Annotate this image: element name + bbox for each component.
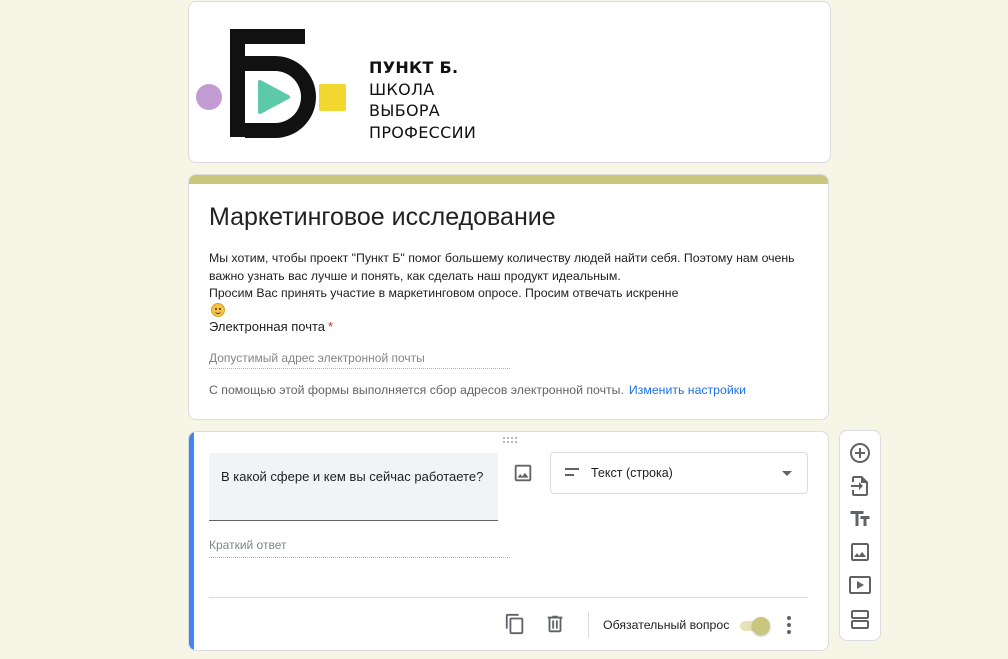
add-image-icon[interactable] (848, 540, 872, 564)
add-question-icon[interactable] (848, 441, 872, 465)
footer-separator (588, 612, 589, 638)
smiling-face-icon (211, 302, 225, 317)
required-asterisk: * (328, 319, 334, 334)
theme-accent-bar (189, 175, 828, 184)
question-type-label: Текст (строка) (591, 466, 673, 480)
short-text-icon (565, 468, 581, 478)
duplicate-icon[interactable] (504, 613, 526, 635)
question-card[interactable]: В какой сфере и кем вы сейчас работаете?… (188, 431, 829, 651)
add-image-to-question-icon[interactable] (512, 462, 534, 484)
more-vert-icon[interactable] (785, 615, 793, 635)
dropdown-arrow-icon (782, 471, 792, 476)
collection-note-text: С помощью этой формы выполняется сбор ад… (209, 383, 624, 397)
email-collection-note: С помощью этой формы выполняется сбор ад… (209, 383, 746, 397)
description-line: важно узнать вас лучше и понять, как сде… (209, 268, 621, 283)
logo-graphic (196, 29, 346, 138)
active-question-indicator (189, 432, 194, 650)
required-question-label: Обязательный вопрос (603, 618, 730, 632)
add-video-icon[interactable] (848, 573, 872, 597)
drag-handle-icon[interactable] (503, 437, 517, 445)
import-questions-icon[interactable] (848, 474, 872, 498)
header-image-card: ПУНКТ Б. ШКОЛА ВЫБОРА ПРОФЕССИИ (188, 1, 831, 163)
change-settings-link[interactable]: Изменить настройки (629, 383, 746, 397)
email-field[interactable] (209, 347, 510, 369)
short-answer-preview: Краткий ответ (209, 536, 510, 558)
add-title-icon[interactable] (848, 507, 872, 531)
question-title-input[interactable]: В какой сфере и кем вы сейчас работаете? (209, 453, 498, 521)
form-description[interactable]: Мы хотим, чтобы проект "Пункт Б" помог б… (209, 250, 814, 317)
description-line: Мы хотим, чтобы проект "Пункт Б" помог б… (209, 251, 795, 265)
description-line: Просим Вас принять участие в маркетингов… (209, 286, 679, 300)
logo-text: ПУНКТ Б. ШКОЛА ВЫБОРА ПРОФЕССИИ (369, 57, 476, 143)
logo-line-2: ШКОЛА (369, 79, 435, 99)
add-section-icon[interactable] (848, 607, 872, 631)
email-field-label: Электронная почта * (209, 319, 333, 334)
form-title[interactable]: Маркетинговое исследование (209, 203, 556, 232)
description-line-with-emoji: Просим Вас принять участие в маркетингов… (209, 285, 814, 317)
form-title-card[interactable]: Маркетинговое исследование Мы хотим, что… (188, 174, 829, 420)
logo-line-4: ПРОФЕССИИ (369, 122, 477, 142)
question-footer-divider (209, 597, 808, 598)
logo-line-1: ПУНКТ Б. (369, 58, 459, 77)
email-label-text: Электронная почта (209, 319, 326, 334)
school-logo: ПУНКТ Б. ШКОЛА ВЫБОРА ПРОФЕССИИ (189, 2, 830, 162)
required-toggle[interactable] (738, 617, 772, 635)
logo-line-3: ВЫБОРА (369, 101, 441, 120)
question-type-dropdown[interactable]: Текст (строка) (550, 452, 808, 494)
delete-icon[interactable] (544, 613, 566, 635)
side-toolbar (839, 430, 881, 641)
